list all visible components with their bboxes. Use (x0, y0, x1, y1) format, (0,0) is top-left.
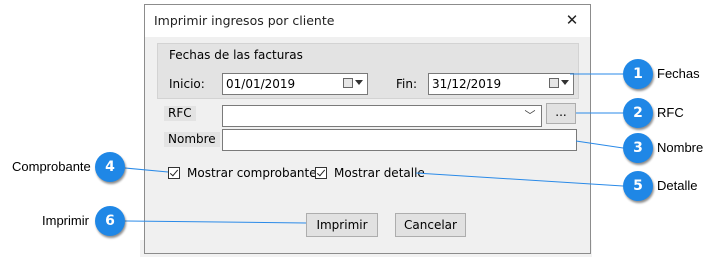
annotation-label-fechas: Fechas (657, 66, 700, 81)
annotation-badge-1: 1 (623, 59, 653, 89)
annotation-badge-6: 6 (95, 206, 125, 236)
callout-line-detalle (415, 172, 624, 187)
annotation-label-rfc: RFC (657, 105, 684, 120)
callout-line-nombre (575, 140, 624, 149)
callout-line-imprimir (124, 220, 307, 224)
annotation-badge-4: 4 (95, 152, 125, 182)
callout-line-comprobante (124, 167, 169, 173)
annotation-label-nombre: Nombre (657, 140, 704, 155)
annotation-badge-2: 2 (623, 98, 653, 128)
annotation-badge-3: 3 (623, 133, 653, 163)
annotation-label-imprimir: Imprimir (42, 213, 89, 228)
annotation-label-detalle: Detalle (657, 178, 698, 193)
annotation-label-comprobante: Comprobante (12, 159, 91, 174)
annotation-badge-5: 5 (623, 171, 653, 201)
